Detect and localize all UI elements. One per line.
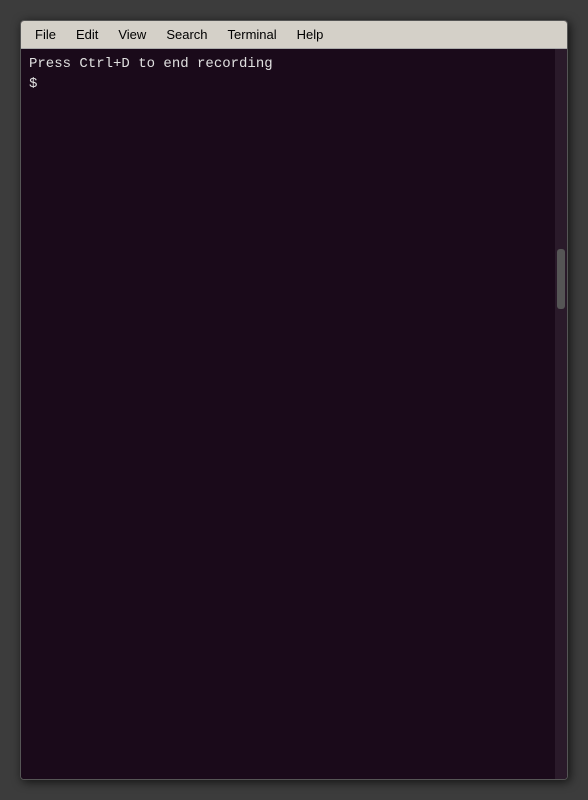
menubar: File Edit View Search Terminal Help (21, 21, 567, 49)
scrollbar-thumb[interactable] (557, 249, 565, 309)
menu-terminal[interactable]: Terminal (218, 25, 287, 44)
terminal-prompt: $ (29, 75, 559, 95)
menu-file[interactable]: File (25, 25, 66, 44)
terminal-body[interactable]: Press Ctrl+D to end recording $ (21, 49, 567, 779)
terminal-window: File Edit View Search Terminal Help Pres… (20, 20, 568, 780)
terminal-output-line1: Press Ctrl+D to end recording (29, 55, 559, 75)
menu-view[interactable]: View (108, 25, 156, 44)
menu-search[interactable]: Search (156, 25, 217, 44)
menu-help[interactable]: Help (287, 25, 334, 44)
scrollbar[interactable] (555, 49, 567, 779)
menu-edit[interactable]: Edit (66, 25, 108, 44)
